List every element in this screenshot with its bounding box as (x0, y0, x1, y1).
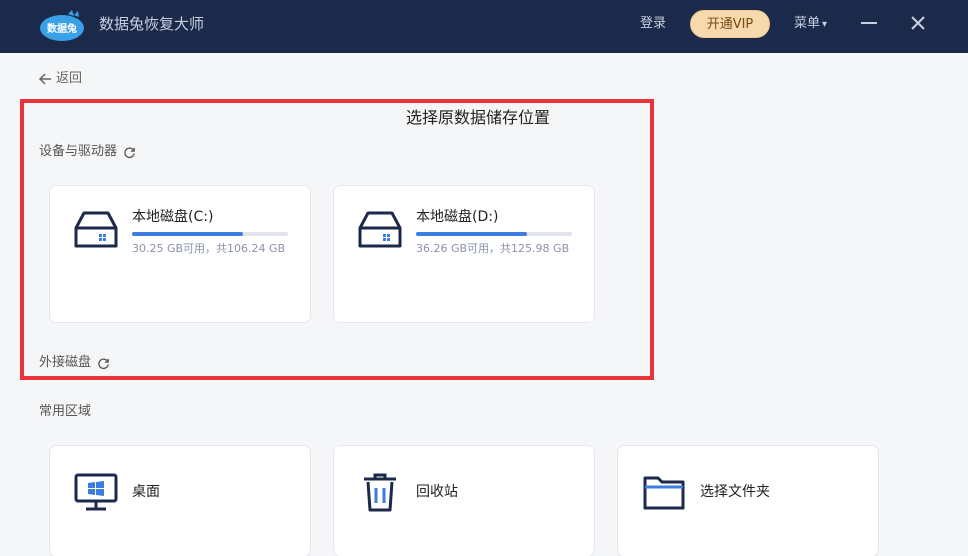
arrow-left-icon (38, 73, 51, 85)
drive-usage-fill (416, 232, 527, 236)
refresh-icon[interactable] (97, 357, 110, 370)
drive-card-d[interactable]: 本地磁盘(D:) 36.26 GB可用，共125.98 GB (334, 186, 594, 322)
select-folder-card[interactable]: 选择文件夹 (618, 446, 878, 556)
app-logo-icon: 数据兔 (40, 10, 84, 41)
back-button[interactable]: 返回 (38, 70, 82, 88)
recycle-bin-card[interactable]: 回收站 (334, 446, 594, 556)
devices-label: 设备与驱动器 (39, 144, 118, 159)
app-title: 数据兔恢复大师 (99, 15, 205, 33)
login-link[interactable]: 登录 (640, 14, 666, 34)
common-label: 选择文件夹 (700, 484, 770, 500)
menu-label: 菜单 (794, 16, 821, 31)
drive-card-c[interactable]: 本地磁盘(C:) 30.25 GB可用，共106.24 GB (50, 186, 310, 322)
desktop-icon (74, 473, 118, 511)
hard-drive-icon (74, 211, 118, 248)
menu-dropdown[interactable]: 菜单 ▾ (794, 14, 827, 35)
open-vip-button[interactable]: 开通VIP (690, 10, 770, 38)
caret-down-icon: ▾ (822, 19, 828, 30)
drive-space: 30.25 GB可用，共106.24 GB (132, 242, 286, 255)
hard-drive-icon (358, 211, 402, 248)
drive-space: 36.26 GB可用，共125.98 GB (416, 242, 570, 255)
drive-usage-bar (132, 232, 288, 236)
minimize-icon[interactable] (854, 8, 884, 38)
common-label: 桌面 (132, 484, 160, 500)
close-icon[interactable] (903, 8, 933, 38)
title-bar: 数据兔 数据兔恢复大师 登录 开通VIP 菜单 ▾ (0, 0, 968, 53)
drive-name: 本地磁盘(D:) (416, 209, 499, 225)
folder-icon (643, 476, 685, 510)
page-title: 选择原数据储存位置 (406, 108, 551, 127)
desktop-card[interactable]: 桌面 (50, 446, 310, 556)
drive-usage-fill (132, 232, 243, 236)
devices-section: 设备与驱动器 (39, 143, 136, 161)
trash-icon (364, 473, 396, 512)
drive-name: 本地磁盘(C:) (132, 209, 214, 225)
svg-text:数据兔: 数据兔 (47, 22, 77, 35)
common-section-label: 常用区域 (39, 404, 92, 419)
common-label: 回收站 (416, 484, 458, 500)
drive-usage-bar (416, 232, 572, 236)
back-label: 返回 (56, 71, 83, 86)
external-section: 外接磁盘 (39, 354, 110, 372)
refresh-icon[interactable] (123, 146, 136, 159)
external-label: 外接磁盘 (39, 355, 92, 370)
